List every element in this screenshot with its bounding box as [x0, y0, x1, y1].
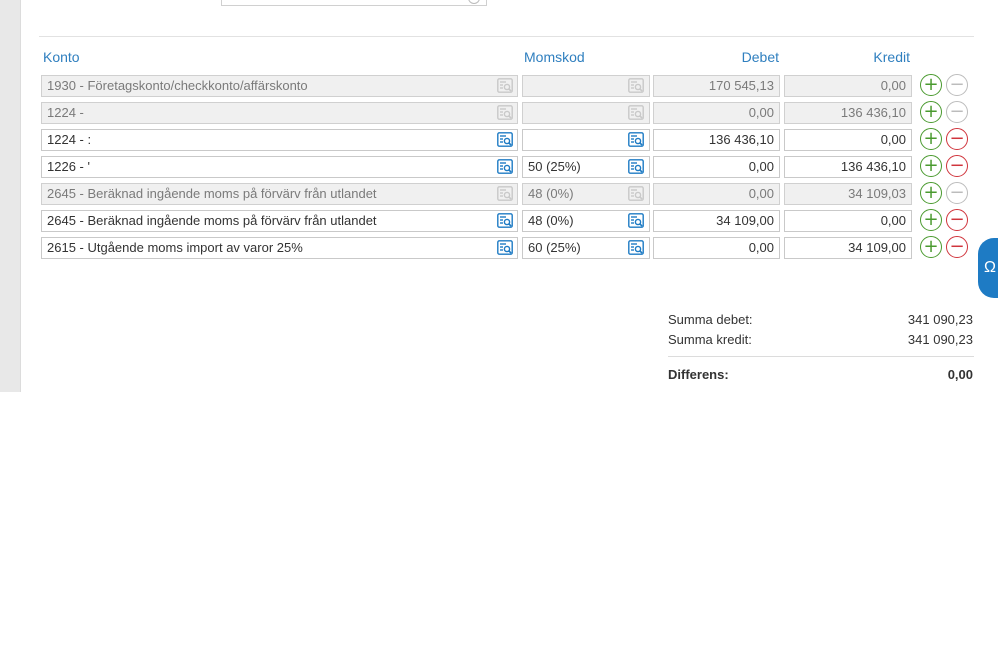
remove-row-button: −: [946, 182, 968, 204]
momskod-lookup-icon: [628, 186, 644, 201]
kredit-field[interactable]: 0,00: [784, 210, 912, 232]
divider: [39, 36, 974, 37]
konto-lookup-icon[interactable]: [497, 132, 513, 147]
header-kredit: Kredit: [873, 49, 910, 65]
table-row: 2615 - Utgående moms import av varor 25%…: [41, 236, 971, 261]
add-row-button[interactable]: +: [920, 101, 942, 123]
kredit-field: 136 436,10: [784, 102, 912, 124]
differens-label: Differens:: [668, 367, 729, 382]
konto-lookup-icon[interactable]: [497, 240, 513, 255]
add-row-button[interactable]: +: [920, 209, 942, 231]
kredit-field: 34 109,03: [784, 183, 912, 205]
add-row-button[interactable]: +: [920, 74, 942, 96]
side-panel-tab[interactable]: Ω: [978, 238, 998, 298]
debet-field: 0,00: [653, 102, 780, 124]
konto-field[interactable]: 2615 - Utgående moms import av varor 25%: [41, 237, 518, 259]
konto-lookup-icon[interactable]: [497, 213, 513, 228]
table-row: 1226 - ' 50 (25%) 0,00 136 436,10 + −: [41, 155, 971, 180]
kredit-field[interactable]: 0,00: [784, 129, 912, 151]
kredit-field: 0,00: [784, 75, 912, 97]
add-row-button[interactable]: +: [920, 128, 942, 150]
add-row-button[interactable]: +: [920, 182, 942, 204]
table-row: 1224 - 0,00 136 436,10 + −: [41, 101, 971, 126]
konto-lookup-icon: [497, 105, 513, 120]
kredit-field[interactable]: 34 109,00: [784, 237, 912, 259]
table-row: 1224 - : 136 436,10 0,00 + −: [41, 128, 971, 153]
left-sidebar-rail: [0, 0, 21, 392]
remove-row-button[interactable]: −: [946, 128, 968, 150]
debet-field: 170 545,13: [653, 75, 780, 97]
header-konto: Konto: [43, 49, 80, 65]
remove-row-button[interactable]: −: [946, 236, 968, 258]
kredit-field[interactable]: 136 436,10: [784, 156, 912, 178]
differens-value: 0,00: [947, 367, 973, 382]
dropdown-icon: [468, 0, 480, 4]
remove-row-button: −: [946, 74, 968, 96]
momskod-lookup-icon[interactable]: [628, 159, 644, 174]
debet-field[interactable]: 0,00: [653, 237, 780, 259]
konto-lookup-icon: [497, 186, 513, 201]
momskod-lookup-icon: [628, 78, 644, 93]
konto-field[interactable]: 2645 - Beräknad ingående moms på förvärv…: [41, 210, 518, 232]
konto-field[interactable]: 1224 - :: [41, 129, 518, 151]
add-row-button[interactable]: +: [920, 155, 942, 177]
table-row: 1930 - Företagskonto/checkkonto/affärsko…: [41, 74, 971, 99]
summa-debet-label: Summa debet:: [668, 312, 753, 327]
header-momskod: Momskod: [524, 49, 585, 65]
konto-field: 2645 - Beräknad ingående moms på förvärv…: [41, 183, 518, 205]
momskod-lookup-icon: [628, 105, 644, 120]
summa-kredit-label: Summa kredit:: [668, 332, 752, 347]
remove-row-button[interactable]: −: [946, 209, 968, 231]
konto-field[interactable]: 1226 - ': [41, 156, 518, 178]
table-row: 2645 - Beräknad ingående moms på förvärv…: [41, 209, 971, 234]
summa-kredit-value: 341 090,23: [907, 332, 973, 347]
top-search-input[interactable]: [221, 0, 487, 6]
remove-row-button[interactable]: −: [946, 155, 968, 177]
add-row-button[interactable]: +: [920, 236, 942, 258]
momskod-lookup-icon[interactable]: [628, 132, 644, 147]
konto-field: 1224 -: [41, 102, 518, 124]
momskod-lookup-icon[interactable]: [628, 213, 644, 228]
header-debet: Debet: [741, 49, 779, 65]
debet-field[interactable]: 136 436,10: [653, 129, 780, 151]
konto-lookup-icon[interactable]: [497, 159, 513, 174]
summa-debet-value: 341 090,23: [907, 312, 973, 327]
debet-field[interactable]: 0,00: [653, 156, 780, 178]
table-row: 2645 - Beräknad ingående moms på förvärv…: [41, 182, 971, 207]
summary-divider: [668, 356, 974, 357]
remove-row-button: −: [946, 101, 968, 123]
konto-lookup-icon: [497, 78, 513, 93]
debet-field: 0,00: [653, 183, 780, 205]
side-tab-icon: Ω: [984, 259, 996, 276]
momskod-lookup-icon[interactable]: [628, 240, 644, 255]
debet-field[interactable]: 34 109,00: [653, 210, 780, 232]
konto-field: 1930 - Företagskonto/checkkonto/affärsko…: [41, 75, 518, 97]
